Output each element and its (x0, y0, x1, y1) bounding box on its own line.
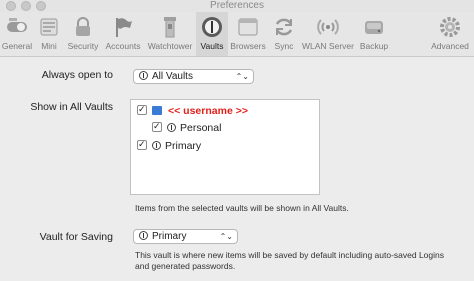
always-open-label: Always open to (41, 69, 113, 81)
sync-icon (275, 18, 293, 36)
flag-icon (116, 18, 132, 37)
vault-icon (139, 71, 148, 80)
chevron-updown-icon: ⌃⌄ (219, 232, 233, 241)
mini-window-icon (40, 18, 58, 36)
browsers-icon (238, 18, 258, 36)
always-open-popup[interactable]: All Vaults ⌃⌄ (133, 69, 254, 84)
wlan-icon (317, 19, 339, 35)
saving-note-line-1: This vault is where new items will be sa… (135, 250, 444, 260)
window-title: Preferences (210, 0, 264, 11)
vault-checkbox[interactable] (152, 120, 162, 134)
saving-note-line-2: and generated passwords. (135, 261, 236, 271)
vault-for-saving-value: Primary (152, 231, 187, 242)
vault-icon (152, 141, 161, 150)
list-item[interactable]: Primary (137, 138, 202, 153)
title-bar: Preferences (0, 0, 474, 12)
vault-icon (167, 123, 176, 132)
vault-checkbox[interactable] (137, 138, 147, 152)
list-item[interactable]: Personal (152, 120, 222, 135)
switch-icon (7, 18, 27, 32)
tab-backup[interactable]: Backup (356, 12, 392, 56)
user-vault-icon (152, 106, 162, 115)
chevron-updown-icon: ⌃⌄ (235, 72, 249, 81)
vault-for-saving-label: Vault for Saving (39, 231, 113, 243)
show-in-all-vaults-label: Show in All Vaults (30, 101, 113, 113)
always-open-value: All Vaults (152, 71, 193, 82)
vault-list: << username >> Personal Primary (130, 99, 320, 195)
preferences-toolbar: General Mini Security Accounts Watchtowe… (0, 12, 474, 57)
gear-icon (440, 17, 460, 37)
disk-icon (365, 21, 383, 34)
lock-icon (76, 17, 90, 36)
vault-icon (202, 17, 222, 37)
list-item[interactable]: << username >> (137, 103, 248, 118)
vault-name: << username >> (168, 105, 248, 117)
vault-checkbox[interactable] (137, 103, 147, 117)
vault-for-saving-popup[interactable]: Primary ⌃⌄ (133, 229, 238, 244)
vault-name: Personal (180, 122, 222, 134)
vault-icon (139, 231, 148, 240)
vault-name: Primary (165, 140, 202, 152)
vaults-preferences-pane: Always open to All Vaults ⌃⌄ Show in All… (0, 57, 474, 281)
tab-advanced[interactable]: Advanced (430, 12, 470, 56)
vault-list-note: Items from the selected vaults will be s… (135, 203, 349, 213)
tower-icon (164, 17, 176, 38)
